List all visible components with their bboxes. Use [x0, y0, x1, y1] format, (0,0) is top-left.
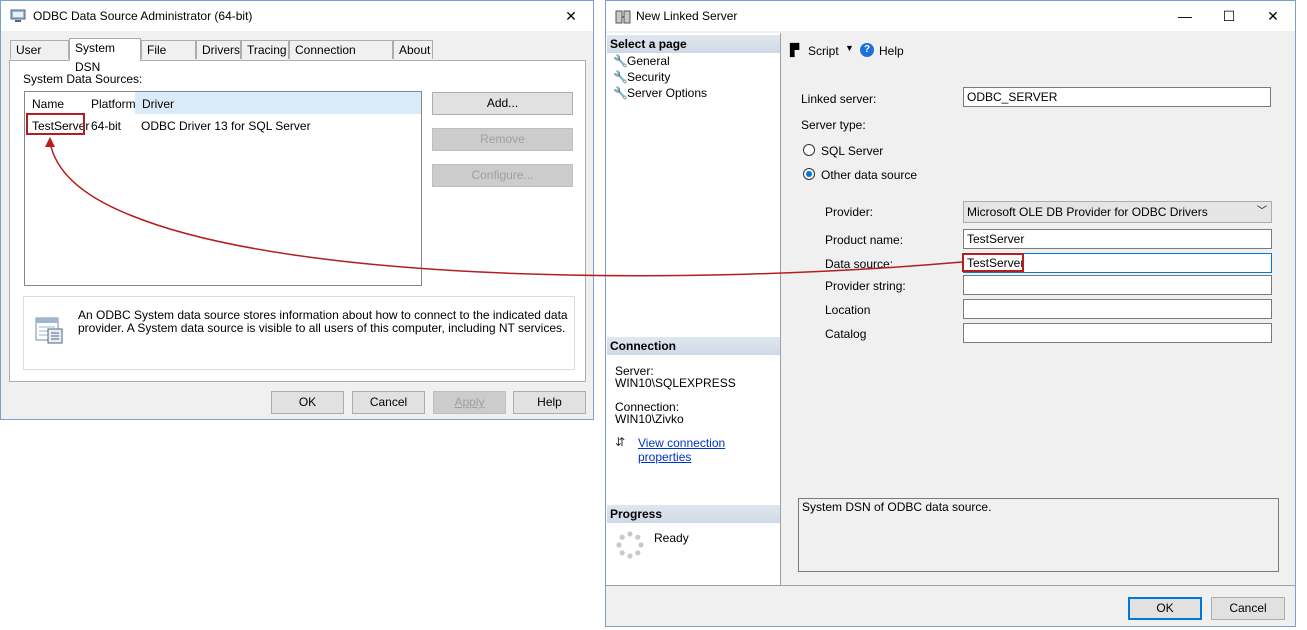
annotation-arrow	[45, 137, 963, 277]
tab-system-dsn[interactable]: System DSN	[69, 38, 141, 74]
